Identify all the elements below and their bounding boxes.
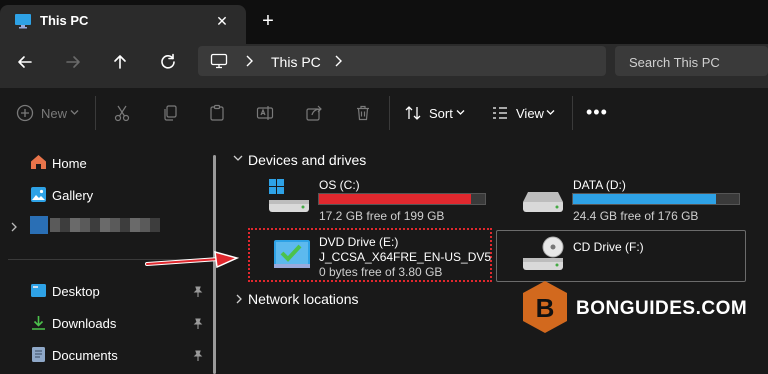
cloud-account-icon	[30, 216, 48, 234]
download-icon	[30, 315, 47, 331]
pin-icon[interactable]	[192, 350, 204, 362]
pin-icon[interactable]	[192, 286, 204, 298]
drive-e-label: J_CCSA_X64FRE_EN-US_DV5	[319, 250, 492, 264]
computer-icon	[210, 53, 228, 69]
rename-icon[interactable]	[256, 104, 274, 122]
drive-c-usage-fill	[319, 194, 471, 204]
sort-button[interactable]: Sort	[429, 106, 453, 121]
new-tab-button[interactable]: +	[258, 11, 278, 31]
dvd-drive-icon	[272, 236, 312, 270]
address-bar[interactable]	[198, 46, 606, 76]
documents-icon	[31, 346, 46, 363]
chevron-down-icon	[70, 109, 79, 116]
chevron-right-icon[interactable]	[333, 55, 343, 67]
drive-d-name[interactable]: DATA (D:)	[573, 178, 626, 192]
sidebar-item-desktop[interactable]: Desktop	[52, 284, 100, 299]
sidebar-item-downloads[interactable]: Downloads	[52, 316, 116, 331]
sort-icon	[404, 104, 422, 122]
drive-d-usage-bar	[572, 193, 740, 205]
drive-c-free: 17.2 GB free of 199 GB	[319, 209, 445, 223]
tab-title: This PC	[40, 13, 89, 28]
chevron-right-icon[interactable]	[235, 294, 243, 304]
logo-letter: B	[536, 293, 555, 323]
up-button[interactable]	[107, 49, 133, 75]
share-icon[interactable]	[305, 104, 323, 122]
more-options-button[interactable]: •••	[586, 102, 608, 123]
drive-e-free: 0 bytes free of 3.80 GB	[319, 265, 443, 279]
address-location[interactable]: This PC	[271, 54, 321, 70]
network-section-title[interactable]: Network locations	[248, 291, 359, 307]
hard-drive-icon	[520, 190, 566, 214]
toolbar-divider	[572, 96, 573, 130]
devices-section-title[interactable]: Devices and drives	[248, 152, 366, 168]
delete-icon[interactable]	[354, 104, 372, 122]
tab-this-pc[interactable]	[0, 5, 246, 44]
toolbar-divider	[95, 96, 96, 130]
watermark-text: BONGUIDES.COM	[576, 298, 748, 319]
back-button[interactable]	[12, 49, 38, 75]
chevron-right-icon[interactable]	[244, 55, 254, 67]
chevron-down-icon	[456, 109, 465, 116]
drive-d-usage-fill	[573, 194, 716, 204]
desktop-folder-icon	[30, 283, 47, 298]
drive-c-name[interactable]: OS (C:)	[319, 178, 360, 192]
cut-icon[interactable]	[113, 104, 131, 122]
drive-d-free: 24.4 GB free of 176 GB	[573, 209, 699, 223]
home-icon	[30, 154, 47, 170]
search-placeholder: Search This PC	[629, 55, 720, 70]
annotation-arrow	[145, 250, 241, 270]
new-plus-icon	[16, 104, 34, 122]
cd-drive-icon	[520, 236, 566, 272]
monitor-icon	[14, 13, 32, 29]
blurred-account-name[interactable]	[50, 218, 160, 232]
sidebar-item-gallery[interactable]: Gallery	[52, 188, 93, 203]
sidebar-item-documents[interactable]: Documents	[52, 348, 118, 363]
view-icon	[491, 104, 509, 122]
view-button[interactable]: View	[516, 106, 544, 121]
new-button[interactable]: New	[41, 106, 67, 121]
forward-button[interactable]	[60, 49, 86, 75]
copy-icon[interactable]	[161, 104, 179, 122]
drive-e-name[interactable]: DVD Drive (E:)	[319, 235, 398, 249]
pin-icon[interactable]	[192, 318, 204, 330]
gallery-icon	[30, 186, 47, 203]
chevron-right-icon[interactable]	[10, 222, 18, 232]
drive-f-name[interactable]: CD Drive (F:)	[573, 240, 644, 254]
drive-c-usage-bar	[318, 193, 486, 205]
refresh-button[interactable]	[155, 49, 181, 75]
sidebar-item-home[interactable]: Home	[52, 156, 87, 171]
bonguides-logo: B	[520, 279, 570, 335]
close-tab-icon[interactable]: ✕	[212, 11, 232, 31]
chevron-down-icon	[546, 109, 555, 116]
toolbar-divider	[389, 96, 390, 130]
chevron-down-icon[interactable]	[233, 154, 243, 162]
windows-drive-icon	[266, 178, 312, 214]
paste-icon[interactable]	[208, 104, 226, 122]
